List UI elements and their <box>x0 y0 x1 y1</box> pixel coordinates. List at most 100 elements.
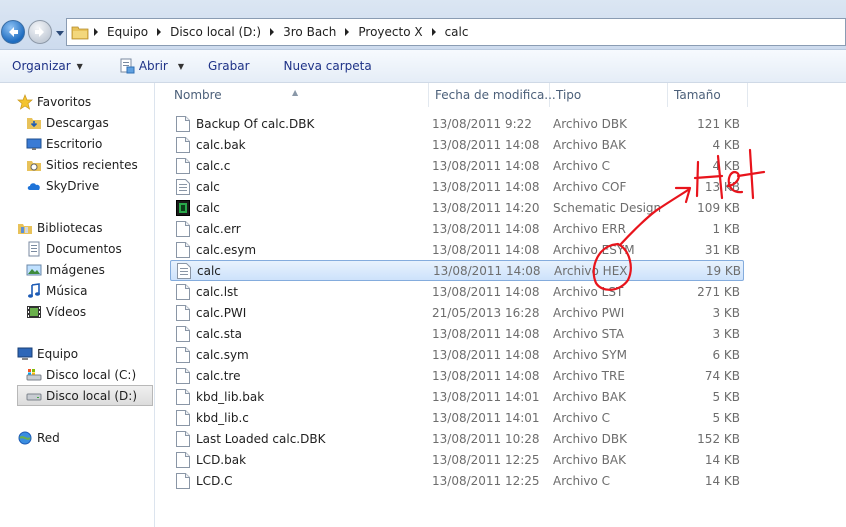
file-row[interactable]: calc.bak 13/08/2011 14:08 Archivo BAK 4 KB <box>170 134 846 155</box>
breadcrumb-item[interactable]: Disco local (D:) <box>166 25 265 39</box>
tree-recent-places[interactable]: Sitios recientes <box>26 154 153 175</box>
recent-pages-dropdown-icon[interactable] <box>55 28 65 38</box>
file-type: Archivo ERR <box>553 221 626 236</box>
file-size: 4 KB <box>712 158 740 173</box>
file-name: calc.c <box>196 158 231 173</box>
file-name-cell: LCD.bak <box>170 451 432 468</box>
file-row[interactable]: LCD.C 13/08/2011 12:25 Archivo C 14 KB <box>170 470 846 491</box>
file-size: 14 KB <box>704 473 740 488</box>
file-name: LCD.bak <box>196 452 247 467</box>
organize-button[interactable]: Organizar ▼ <box>0 50 95 82</box>
tree-label: Disco local (D:) <box>46 388 138 403</box>
file-row[interactable]: kbd_lib.bak 13/08/2011 14:01 Archivo BAK 5 … <box>170 386 846 407</box>
file-type: Archivo LST <box>553 284 624 299</box>
tree-images[interactable]: Imágenes <box>26 259 153 280</box>
burn-button[interactable]: Grabar <box>196 50 262 82</box>
file-date: 13/08/2011 12:25 <box>432 473 540 488</box>
document-icon <box>176 115 190 132</box>
schematic-icon <box>176 199 190 216</box>
breadcrumb-item[interactable]: Equipo <box>103 25 152 39</box>
recent-places-icon <box>26 157 42 173</box>
file-row[interactable]: calc.err 13/08/2011 14:08 Archivo ERR 1 KB <box>170 218 846 239</box>
file-name-cell: kbd_lib.c <box>170 409 432 426</box>
tree-drive-c[interactable]: Disco local (C:) <box>26 364 153 385</box>
file-row[interactable]: Last Loaded calc.DBK 13/08/2011 10:28 Arch… <box>170 428 846 449</box>
breadcrumb-separator-icon[interactable] <box>89 26 103 38</box>
file-name-cell: calc.c <box>170 157 432 174</box>
tree-desktop[interactable]: Escritorio <box>26 133 153 154</box>
column-label: Fecha de modifica... <box>435 88 556 102</box>
file-size: 3 KB <box>712 326 740 341</box>
file-row[interactable]: calc.c 13/08/2011 14:08 Archivo C 4 KB <box>170 155 846 176</box>
tree-computer[interactable]: Equipo <box>17 343 153 364</box>
column-header-type[interactable]: Tipo <box>550 83 668 107</box>
tree-music[interactable]: Música <box>26 280 153 301</box>
file-row[interactable]: calc 13/08/2011 14:08 Archivo COF 13 KB <box>170 176 846 197</box>
column-header-date[interactable]: Fecha de modifica... <box>429 83 556 107</box>
file-type: Archivo STA <box>553 326 624 341</box>
file-row[interactable]: calc 13/08/2011 14:08 Archivo HEX 19 KB <box>170 260 744 281</box>
file-row[interactable]: LCD.bak 13/08/2011 12:25 Archivo BAK 14 KB <box>170 449 846 470</box>
column-header-size[interactable]: Tamaño <box>668 83 748 107</box>
tree-libraries[interactable]: Bibliotecas <box>17 217 153 238</box>
tree-label: Favoritos <box>37 94 92 109</box>
libraries-icon <box>17 220 33 236</box>
file-row[interactable]: calc.tre 13/08/2011 14:08 Archivo TRE 74 KB <box>170 365 846 386</box>
breadcrumb-separator-icon[interactable] <box>427 26 441 38</box>
breadcrumb-separator-icon[interactable] <box>265 26 279 38</box>
documents-icon <box>26 241 42 257</box>
file-name-cell: calc <box>170 178 432 195</box>
file-row[interactable]: calc 13/08/2011 14:20 Schematic Design 109 … <box>170 197 846 218</box>
tree-network[interactable]: Red <box>17 427 153 448</box>
forward-button[interactable] <box>28 20 52 44</box>
file-size: 31 KB <box>704 242 740 257</box>
document-icon <box>176 451 190 468</box>
document-icon <box>176 304 190 321</box>
file-list: Backup Of calc.DBK 13/08/2011 9:22 Archivo… <box>170 113 846 491</box>
file-row[interactable]: kbd_lib.c 13/08/2011 14:01 Archivo C 5 KB <box>170 407 846 428</box>
file-type: Archivo C <box>553 158 611 173</box>
breadcrumb-separator-icon[interactable] <box>152 26 166 38</box>
back-button[interactable] <box>1 20 25 44</box>
breadcrumb-separator-icon[interactable] <box>340 26 354 38</box>
address-bar[interactable]: Equipo Disco local (D:) 3ro Bach Proyecto X… <box>66 18 846 46</box>
new-folder-button[interactable]: Nueva carpeta <box>272 50 384 82</box>
network-icon <box>17 430 33 446</box>
file-row[interactable]: Backup Of calc.DBK 13/08/2011 9:22 Archivo… <box>170 113 846 134</box>
file-row[interactable]: calc.sym 13/08/2011 14:08 Archivo SYM 6 KB <box>170 344 846 365</box>
open-button[interactable]: Abrir ▼ <box>107 50 196 82</box>
file-type: Archivo PWI <box>553 305 625 320</box>
tree-favorites[interactable]: Favoritos <box>17 91 153 112</box>
file-name-cell: Backup Of calc.DBK <box>170 115 432 132</box>
document-icon <box>176 241 190 258</box>
tree-videos[interactable]: Vídeos <box>26 301 153 322</box>
document-icon <box>176 346 190 363</box>
file-name-cell: calc.PWI <box>170 304 432 321</box>
sort-ascending-icon: ▲ <box>292 88 299 97</box>
file-date: 13/08/2011 10:28 <box>432 431 540 446</box>
file-type: Archivo HEX <box>554 263 628 278</box>
column-header-name[interactable]: Nombre ▲ <box>168 83 429 107</box>
file-type: Archivo DBK <box>553 431 628 446</box>
file-row[interactable]: calc.lst 13/08/2011 14:08 Archivo LST 271 K… <box>170 281 846 302</box>
file-row[interactable]: calc.sta 13/08/2011 14:08 Archivo STA 3 KB <box>170 323 846 344</box>
tree-drive-d[interactable]: Disco local (D:) <box>17 385 153 406</box>
tree-skydrive[interactable]: SkyDrive <box>26 175 153 196</box>
document-icon <box>176 367 190 384</box>
breadcrumb-item[interactable]: calc <box>441 25 473 39</box>
navigation-pane: Favoritos Descargas Escritorio Sitios re… <box>0 83 155 527</box>
cloud-icon <box>26 178 42 194</box>
organize-label: Organizar <box>12 59 71 73</box>
file-type: Archivo BAK <box>553 452 626 467</box>
file-date: 13/08/2011 14:08 <box>433 263 541 278</box>
breadcrumb-item[interactable]: Proyecto X <box>354 25 426 39</box>
arrow-right-icon <box>35 27 44 37</box>
file-row[interactable]: calc.PWI 21/05/2013 16:28 Archivo PWI 3 KB <box>170 302 846 323</box>
file-date: 21/05/2013 16:28 <box>432 305 540 320</box>
tree-downloads[interactable]: Descargas <box>26 112 153 133</box>
breadcrumb-item[interactable]: 3ro Bach <box>279 25 340 39</box>
file-row[interactable]: calc.esym 13/08/2011 14:08 Archivo ESYM 31 … <box>170 239 846 260</box>
file-name: LCD.C <box>196 473 233 488</box>
file-size: 121 KB <box>697 116 740 131</box>
tree-documents[interactable]: Documentos <box>26 238 153 259</box>
